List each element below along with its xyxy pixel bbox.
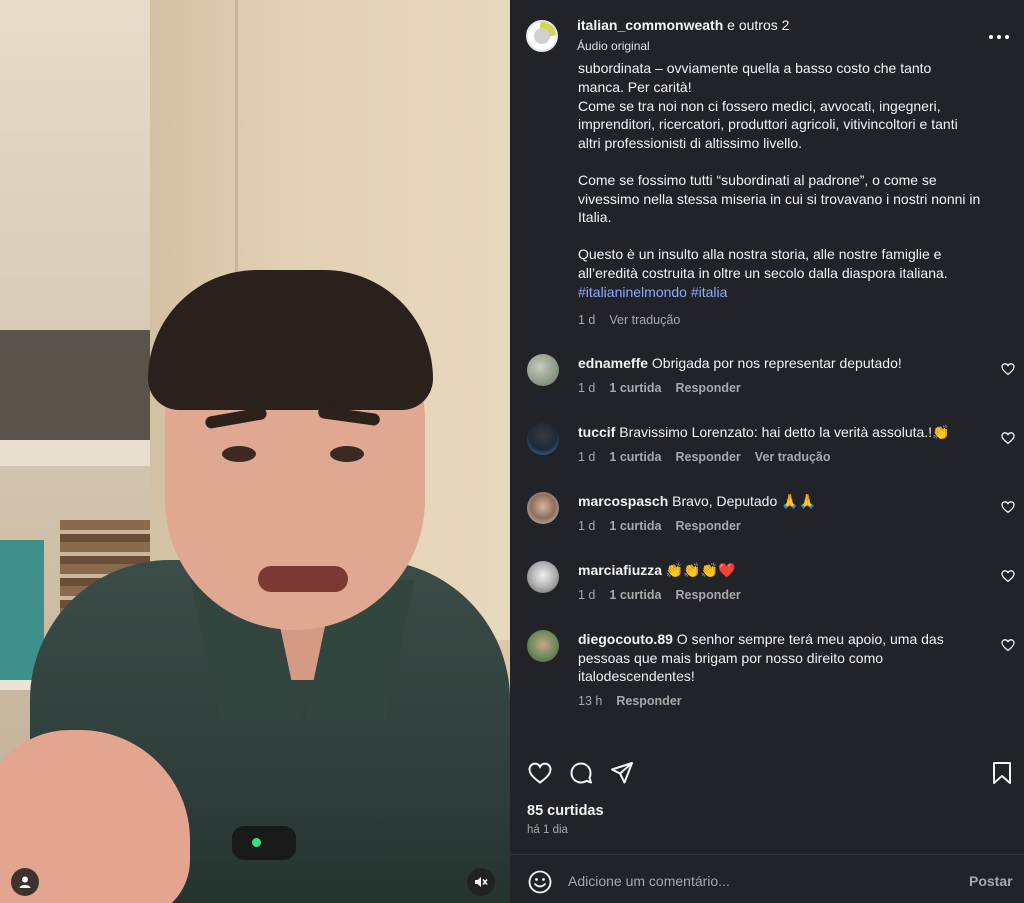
post-caption: subordinata – ovviamente quella a basso … [578,62,1014,301]
heart-icon[interactable] [1001,500,1015,514]
comment-body: tuccif Bravissimo Lorenzato: hai detto l… [578,423,998,442]
tagged-users-button[interactable] [11,868,39,896]
translate-comment-button[interactable]: Ver tradução [755,450,831,464]
caption-line: Questo è un insulto alla nostra storia, … [578,246,942,263]
comment-meta: 1 d 1 curtida Responder [578,588,755,602]
heart-icon[interactable] [1001,569,1015,583]
author-username[interactable]: italian_commonweath [577,17,723,33]
add-comment-input[interactable] [568,873,948,889]
reply-button[interactable]: Responder [676,450,741,464]
heart-icon[interactable] [1001,362,1015,376]
translate-caption-button[interactable]: Ver tradução [609,313,680,327]
reply-button[interactable]: Responder [676,381,741,395]
comment-meta: 1 d 1 curtida Responder [578,519,755,533]
hashtag-link[interactable]: #italia [691,284,728,300]
reply-button[interactable]: Responder [676,519,741,533]
comment-text: O senhor sempre terá meu apoio, uma das [672,631,944,647]
lapel-mic [232,826,296,860]
mute-button[interactable] [467,868,495,896]
commenter-username[interactable]: tuccif [578,424,615,440]
more-options-button[interactable] [988,24,1012,44]
lapel-mic-led [252,838,261,847]
more-icon [989,35,1009,39]
user-icon [19,876,31,888]
post-actions [510,756,1024,790]
share-icon[interactable] [609,760,635,786]
post-details-panel: italian_commonweath e outros 2 Áudio ori… [510,0,1024,903]
commenter-username[interactable]: ednameffe [578,355,648,371]
commenter-avatar[interactable] [527,492,559,524]
commenter-username[interactable]: marcospasch [578,493,668,509]
caption-time: 1 d [578,313,596,327]
background-shelf-board [0,440,158,466]
commenter-avatar[interactable] [527,561,559,593]
heart-icon[interactable] [527,760,553,786]
caption-line: Come se fossimo tutti “subordinati al pa… [578,171,937,188]
comment-icon[interactable] [568,760,594,786]
audio-label[interactable]: Áudio original [577,39,650,53]
caption-meta: 1 d Ver tradução [578,313,694,327]
muted-icon [475,877,488,887]
caption-line: vivessimo nella stessa miseria in cui si… [578,190,981,207]
comment-time: 1 d [578,519,596,533]
caption-hashtags: #italianinelmondo #italia [578,283,1014,302]
comment-meta: 13 h Responder [578,694,696,708]
caption-line: altri professionisti di altissimo livell… [578,134,803,151]
commenter-username[interactable]: diegocouto.89 [578,631,673,647]
post-header: italian_commonweath e outros 2 Áudio ori… [510,0,1024,62]
likes-count[interactable]: 85 curtidas [527,803,604,819]
comment-body: marciafiuzza 👏👏👏❤️ [578,561,998,580]
comment-time: 13 h [578,694,603,708]
commenter-avatar[interactable] [527,630,559,662]
person-eye-left [222,446,256,462]
author-line[interactable]: italian_commonweath e outros 2 [577,17,789,33]
comment-likes[interactable]: 1 curtida [609,588,661,602]
hashtag-link[interactable]: #italianinelmondo [578,284,687,300]
comment-text: pessoas que mais brigam por nosso direit… [578,649,884,666]
video-player[interactable] [0,0,510,903]
comment-text: italodescendentes! [578,668,695,685]
background-shelf [0,330,150,440]
author-avatar[interactable] [526,20,558,52]
heart-icon[interactable] [1001,638,1015,652]
comment-likes[interactable]: 1 curtida [609,381,661,395]
comment-body: marcospasch Bravo, Deputado 🙏🙏 [578,492,998,511]
heart-icon[interactable] [1001,431,1015,445]
comment-meta: 1 d 1 curtida Responder [578,381,755,395]
coauthors-label[interactable]: e outros 2 [723,17,789,33]
caption-cut-line: subordinata – ovviamente quella a basso … [578,62,932,76]
caption-line: all’eredità costruita in oltre un secolo… [578,264,948,281]
post-comment-button[interactable]: Postar [969,873,1013,889]
person-eye-right [330,446,364,462]
comment-likes[interactable]: 1 curtida [609,450,661,464]
reply-button[interactable]: Responder [616,694,681,708]
comment-text: Bravo, Deputado 🙏🙏 [668,493,816,509]
caption-line: Come se tra noi non ci fossero medici, a… [578,97,941,114]
bookmark-icon[interactable] [989,760,1015,786]
comment-time: 1 d [578,381,596,395]
commenter-avatar[interactable] [527,423,559,455]
commenter-avatar[interactable] [527,354,559,386]
comment-meta: 1 d 1 curtida Responder Ver tradução [578,450,845,464]
divider [510,854,1024,855]
caption-line: manca. Per carità! [578,79,692,95]
comment-likes[interactable]: 1 curtida [609,519,661,533]
post-time: há 1 dia [527,824,568,836]
comment-text: 👏👏👏❤️ [662,562,736,578]
emoji-icon[interactable] [527,869,553,895]
caption-line: imprenditori, ricercatori, produttori ag… [578,116,958,133]
comment-body: ednameffe Obrigada por nos representar d… [578,354,998,373]
commenter-username[interactable]: marciafiuzza [578,562,662,578]
caption-line: Italia. [578,209,612,226]
comment-time: 1 d [578,450,596,464]
comment-body: diegocouto.89 O senhor sempre terá meu a… [578,630,998,686]
person-mouth [258,566,348,592]
comment-text: Bravissimo Lorenzato: hai detto la verit… [615,424,950,440]
reply-button[interactable]: Responder [676,588,741,602]
comment-time: 1 d [578,588,596,602]
comment-text: Obrigada por nos representar deputado! [648,355,902,371]
